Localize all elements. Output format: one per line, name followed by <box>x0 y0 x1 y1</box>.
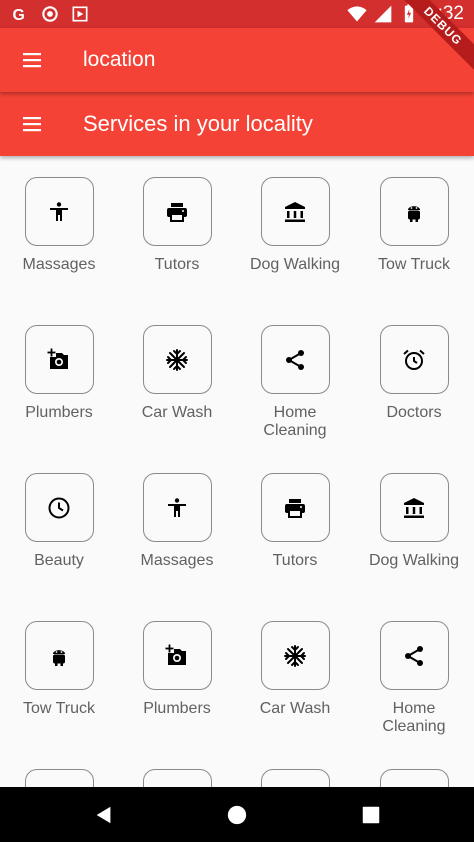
service-tile[interactable]: Massages <box>0 177 118 274</box>
play-store-icon <box>70 4 90 24</box>
share-icon <box>402 644 426 668</box>
service-icon-box[interactable] <box>24 325 94 394</box>
home-icon[interactable] <box>226 804 248 826</box>
service-icon-box[interactable] <box>142 473 212 542</box>
service-tile[interactable] <box>0 769 118 787</box>
alarm-icon <box>402 348 426 372</box>
service-tile[interactable] <box>355 769 473 787</box>
service-icon-box[interactable] <box>379 325 449 394</box>
service-icon-box[interactable] <box>260 325 330 394</box>
print-icon <box>165 200 189 224</box>
service-tile[interactable]: Home Cleaning <box>355 621 473 736</box>
back-icon[interactable] <box>93 804 115 826</box>
services-title: Services in your locality <box>83 111 313 136</box>
battery-icon <box>399 4 419 24</box>
service-tile[interactable]: Home Cleaning <box>236 325 354 440</box>
service-label: Car Wash <box>259 700 331 717</box>
service-icon-box[interactable] <box>142 769 212 787</box>
service-tile[interactable] <box>118 769 236 787</box>
service-icon-box[interactable] <box>379 177 449 246</box>
service-label: Plumbers <box>143 700 211 717</box>
service-icon-box[interactable] <box>260 473 330 542</box>
page-title: location <box>83 48 156 71</box>
service-tile[interactable]: Car Wash <box>236 621 354 718</box>
service-icon-box[interactable] <box>260 769 330 787</box>
android-icon <box>402 200 426 224</box>
snowflake-icon <box>165 348 189 372</box>
service-label: Tow Truck <box>377 256 450 273</box>
service-label: Home Cleaning <box>263 404 327 439</box>
service-label: Dog Walking <box>249 256 341 273</box>
service-tile[interactable]: Dog Walking <box>236 177 354 274</box>
svg-text:G: G <box>13 7 25 24</box>
service-icon-box[interactable] <box>379 473 449 542</box>
status-bar: G 2:32 <box>0 0 474 28</box>
service-label: Tow Truck <box>22 700 95 717</box>
service-tile[interactable]: Plumbers <box>118 621 236 718</box>
recents-icon[interactable] <box>360 804 382 826</box>
service-icon-box[interactable] <box>260 177 330 246</box>
service-icon-box[interactable] <box>142 177 212 246</box>
service-tile[interactable]: Dog Walking <box>355 473 473 570</box>
system-nav-bar <box>0 787 474 842</box>
service-icon-box[interactable] <box>24 177 94 246</box>
menu-icon[interactable] <box>20 48 44 72</box>
service-icon-box[interactable] <box>260 621 330 690</box>
clock-icon <box>47 496 71 520</box>
menu-icon[interactable] <box>20 112 44 136</box>
service-tile[interactable]: Doctors <box>355 325 473 422</box>
status-bar-right-icons: 2:32 <box>347 3 464 25</box>
service-icon-box[interactable] <box>24 621 94 690</box>
service-label: Car Wash <box>141 404 213 421</box>
service-label: Tutors <box>154 256 200 273</box>
share-icon <box>283 348 307 372</box>
service-tile[interactable] <box>236 769 354 787</box>
service-label: Massages <box>140 552 214 569</box>
top-app-bar: location <box>0 28 474 92</box>
service-label: Plumbers <box>25 404 93 421</box>
service-tile[interactable]: Car Wash <box>118 325 236 422</box>
signal-icon <box>373 4 393 24</box>
service-label: Beauty <box>34 552 84 569</box>
wifi-icon <box>347 4 367 24</box>
status-bar-left-icons: G <box>10 4 90 24</box>
service-icon-box[interactable] <box>24 473 94 542</box>
accessibility-icon <box>165 496 189 520</box>
services-grid: Massages Tutors Dog Walking Tow Truck Plumbe… <box>0 156 474 787</box>
services-app-bar: Services in your locality <box>0 92 474 156</box>
service-label: Massages <box>22 256 96 273</box>
service-label: Doctors <box>386 404 442 421</box>
snowflake-icon <box>283 644 307 668</box>
android-icon <box>47 644 71 668</box>
service-label: Dog Walking <box>368 552 460 569</box>
service-label: Tutors <box>272 552 318 569</box>
service-tile[interactable]: Beauty <box>0 473 118 570</box>
print-icon <box>283 496 307 520</box>
service-label: Home Cleaning <box>382 700 446 735</box>
add-camera-icon <box>165 643 189 668</box>
service-icon-box[interactable] <box>24 769 94 787</box>
google-icon: G <box>10 4 30 24</box>
record-icon <box>40 4 60 24</box>
service-tile[interactable]: Tutors <box>118 177 236 274</box>
bank-icon <box>402 496 426 520</box>
service-icon-box[interactable] <box>379 769 449 787</box>
service-tile[interactable]: Tutors <box>236 473 354 570</box>
service-icon-box[interactable] <box>142 621 212 690</box>
accessibility-icon <box>47 200 71 224</box>
add-camera-icon <box>47 347 71 372</box>
bank-icon <box>283 200 307 224</box>
service-tile[interactable]: Tow Truck <box>0 621 118 718</box>
service-tile[interactable]: Massages <box>118 473 236 570</box>
service-tile[interactable]: Tow Truck <box>355 177 473 274</box>
service-icon-box[interactable] <box>142 325 212 394</box>
service-tile[interactable]: Plumbers <box>0 325 118 422</box>
status-bar-time: 2:32 <box>427 3 464 24</box>
service-icon-box[interactable] <box>379 621 449 690</box>
